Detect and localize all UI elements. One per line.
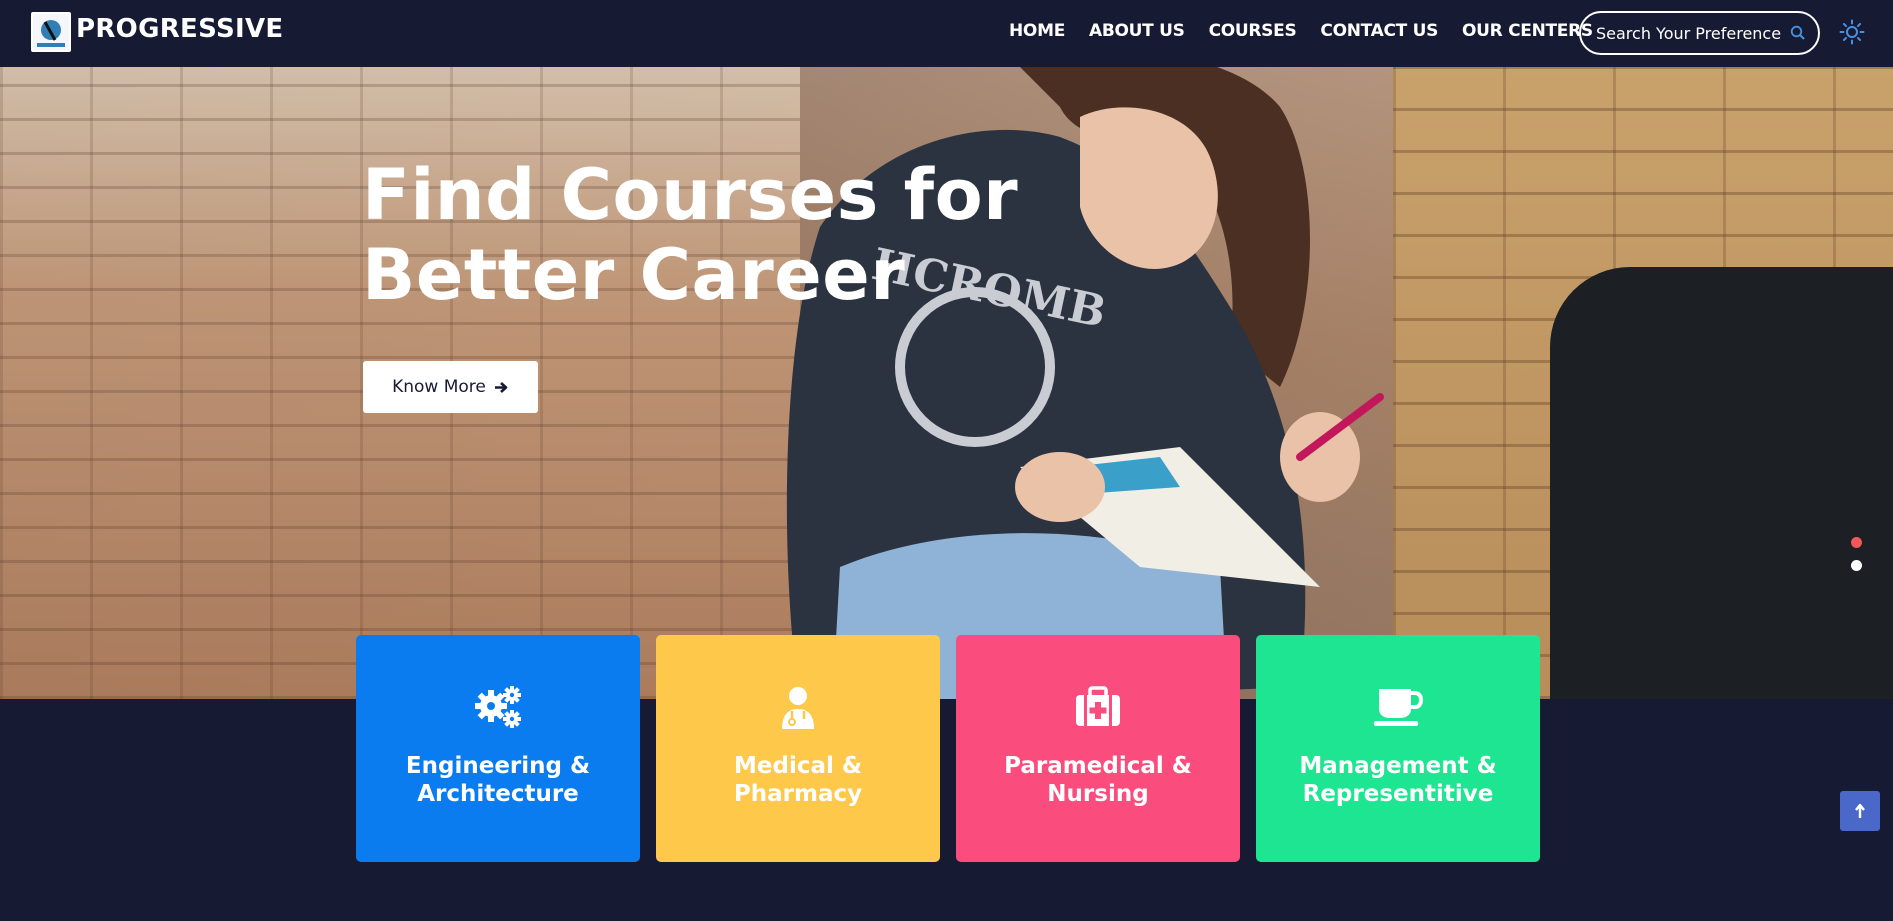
category-card-management[interactable]: Management & Representitive: [1256, 635, 1540, 862]
nav-contact-us[interactable]: CONTACT US: [1320, 21, 1438, 41]
category-cards: Engineering & Architecture Medical & Pha…: [356, 635, 1540, 862]
hero-banner: HCROMB Find Courses for Better Career Kn…: [0, 67, 1893, 699]
medkit-icon: [1074, 684, 1122, 730]
gears-icon: [473, 684, 523, 730]
hero-image-backpack: [1550, 267, 1893, 699]
arrow-right-icon: [494, 381, 508, 393]
nav-courses[interactable]: COURSES: [1209, 21, 1297, 41]
category-card-medical[interactable]: Medical & Pharmacy: [656, 635, 940, 862]
arrow-up-icon: [1855, 803, 1865, 818]
search-icon[interactable]: [1790, 25, 1806, 41]
main-nav: HOME ABOUT US COURSES CONTACT US OUR CEN…: [1009, 21, 1593, 41]
category-label: Management & Representitive: [1299, 753, 1497, 807]
search-box: [1579, 11, 1820, 55]
nav-about-us[interactable]: ABOUT US: [1089, 21, 1185, 41]
top-navbar: PROGRESSIVE HOME ABOUT US COURSES CONTAC…: [0, 0, 1893, 67]
category-card-engineering[interactable]: Engineering & Architecture: [356, 635, 640, 862]
slider-dots: [1851, 537, 1862, 571]
sun-icon: [1839, 19, 1865, 45]
category-label: Medical & Pharmacy: [733, 753, 863, 807]
logo[interactable]: [31, 12, 71, 52]
category-label: Paramedical & Nursing: [1004, 753, 1192, 807]
brand-name[interactable]: PROGRESSIVE: [76, 14, 283, 44]
coffee-cup-icon: [1373, 684, 1423, 730]
know-more-label: Know More: [392, 377, 486, 397]
doctor-icon: [778, 684, 818, 730]
category-card-paramedical[interactable]: Paramedical & Nursing: [956, 635, 1240, 862]
nav-home[interactable]: HOME: [1009, 21, 1065, 41]
know-more-button[interactable]: Know More: [363, 361, 538, 413]
slider-dot-1[interactable]: [1851, 537, 1862, 548]
hero-title: Find Courses for Better Career: [362, 154, 1019, 316]
nav-our-centers[interactable]: OUR CENTERS: [1462, 21, 1593, 41]
progressive-logo-icon: [33, 14, 69, 50]
theme-toggle-button[interactable]: [1838, 18, 1866, 46]
slider-dot-2[interactable]: [1851, 560, 1862, 571]
back-to-top-button[interactable]: [1840, 791, 1880, 831]
category-label: Engineering & Architecture: [405, 753, 591, 807]
search-input[interactable]: [1596, 23, 1781, 43]
